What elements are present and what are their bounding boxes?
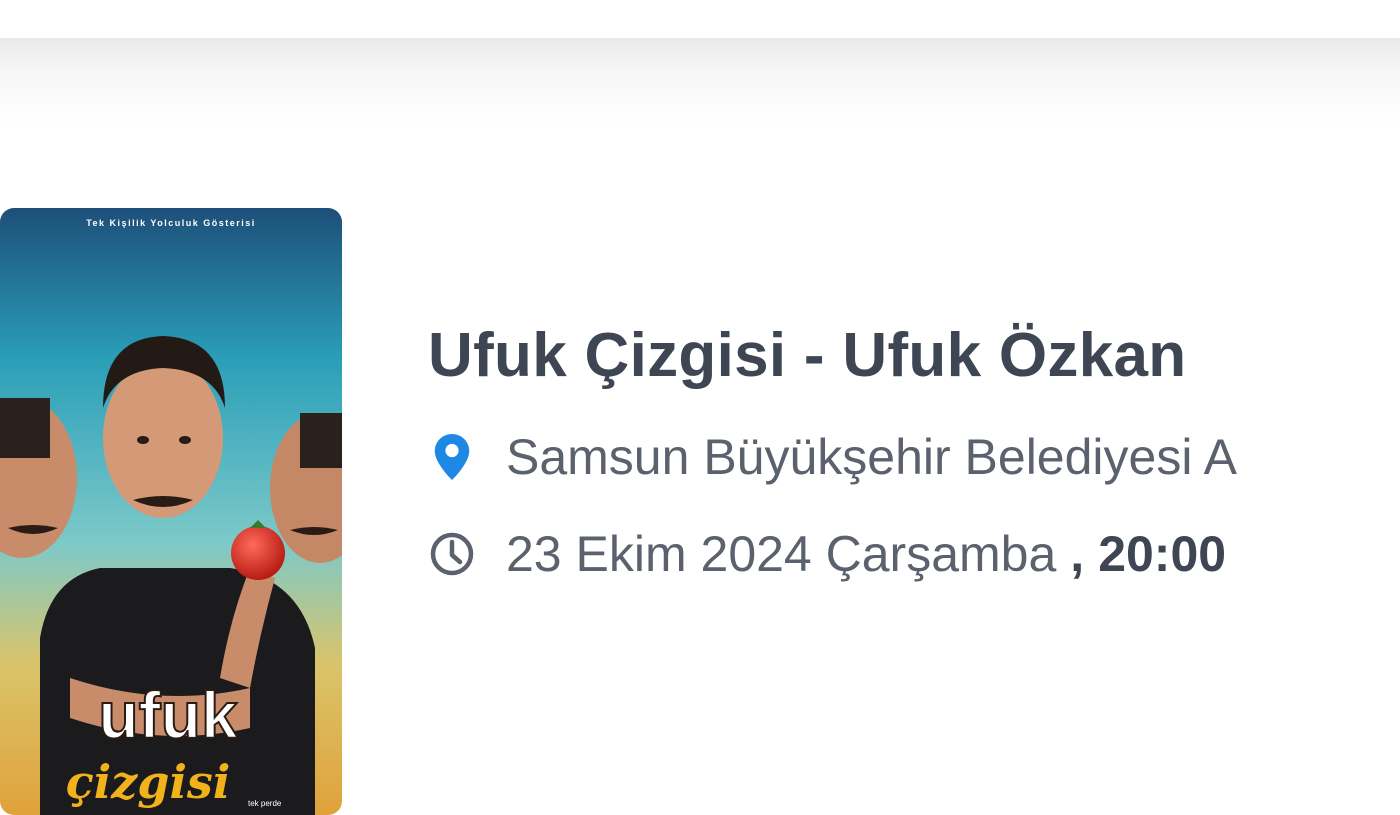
date-row: 23 Ekim 2024 Çarşamba , 20:00 — [428, 525, 1226, 583]
top-bar — [0, 0, 1400, 38]
poster-logo-small: tek perde — [248, 799, 282, 808]
poster-logo-sub: çizgisi — [66, 755, 231, 809]
event-info: Ufuk Çizgisi - Ufuk Özkan Samsun Büyükşe… — [428, 150, 1400, 700]
poster-tagline: Tek Kişilik Yolculuk Gösterisi — [86, 218, 256, 228]
clock-icon — [428, 529, 476, 579]
time-separator: , — [1070, 526, 1085, 582]
event-card[interactable]: Tek Kişilik Yolculuk Gösterisi ufuk çizg… — [0, 150, 1400, 815]
venue-name: Samsun Büyükşehir Belediyesi A — [506, 429, 1237, 485]
event-time: 20:00 — [1098, 526, 1227, 582]
location-pin-icon — [428, 432, 476, 482]
poster-logo-main: ufuk — [98, 678, 238, 752]
event-date: 23 Ekim 2024 Çarşamba — [506, 526, 1057, 582]
venue-row[interactable]: Samsun Büyükşehir Belediyesi A — [428, 428, 1237, 486]
event-poster[interactable]: Tek Kişilik Yolculuk Gösterisi ufuk çizg… — [0, 208, 342, 815]
event-title[interactable]: Ufuk Çizgisi - Ufuk Özkan — [428, 320, 1186, 391]
header-shadow — [0, 38, 1400, 128]
